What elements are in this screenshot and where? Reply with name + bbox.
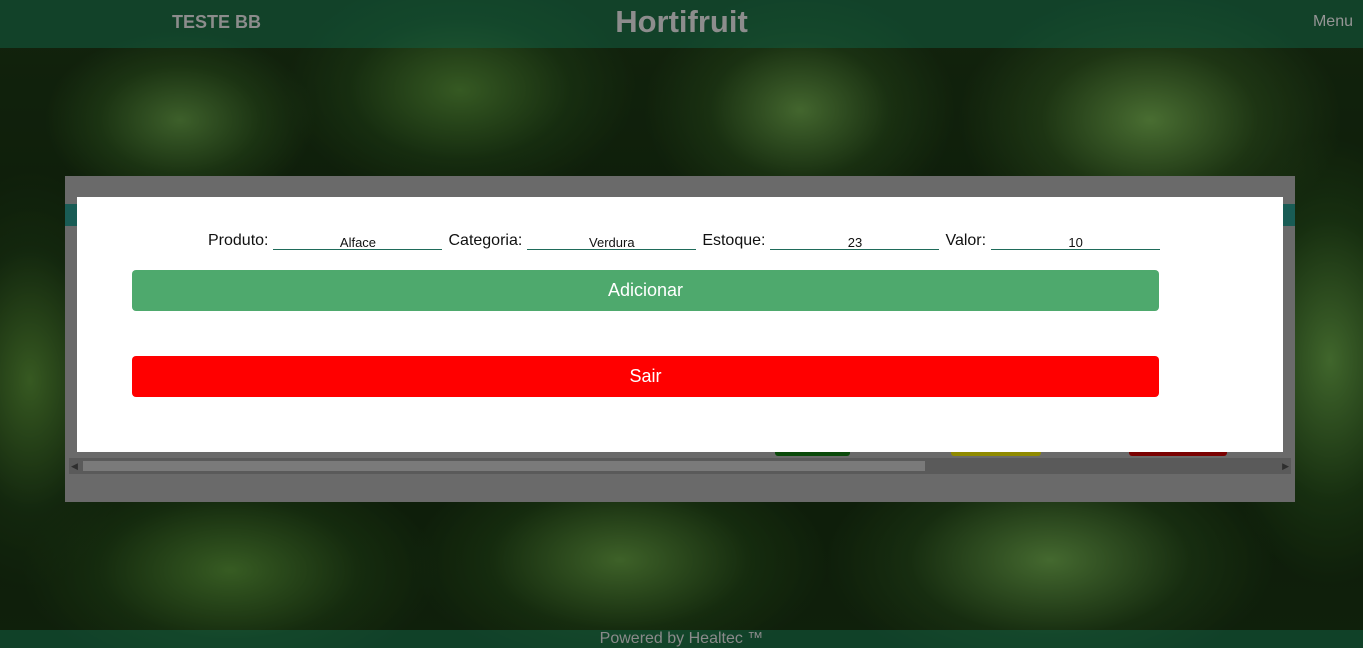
scroll-left-arrow-icon[interactable]: ◀ [71, 461, 78, 472]
footer: Powered by Healtec ™ [0, 630, 1363, 648]
page-title: Hortifruit [615, 4, 748, 39]
price-label: Valor: [945, 232, 987, 249]
menu-link[interactable]: Menu [1313, 13, 1353, 31]
add-product-modal: Produto: Categoria: Estoque: Valor: Adic… [77, 197, 1283, 452]
product-input[interactable] [273, 230, 443, 250]
price-input[interactable] [991, 230, 1161, 250]
horizontal-scrollbar[interactable]: ◀ ▶ [69, 458, 1291, 474]
stock-input[interactable] [770, 230, 940, 250]
category-input[interactable] [527, 230, 697, 250]
scroll-right-arrow-icon[interactable]: ▶ [1282, 461, 1289, 472]
exit-button[interactable]: Sair [132, 356, 1159, 397]
product-form-row: Produto: Categoria: Estoque: Valor: [208, 228, 1168, 250]
top-navbar: TESTE BB Hortifruit Menu [0, 0, 1363, 48]
add-button[interactable]: Adicionar [132, 270, 1159, 311]
product-label: Produto: [208, 232, 269, 249]
scrollbar-thumb[interactable] [83, 461, 925, 471]
stock-label: Estoque: [702, 232, 766, 249]
footer-text: Powered by Healtec ™ [599, 630, 764, 647]
category-label: Categoria: [448, 232, 523, 249]
